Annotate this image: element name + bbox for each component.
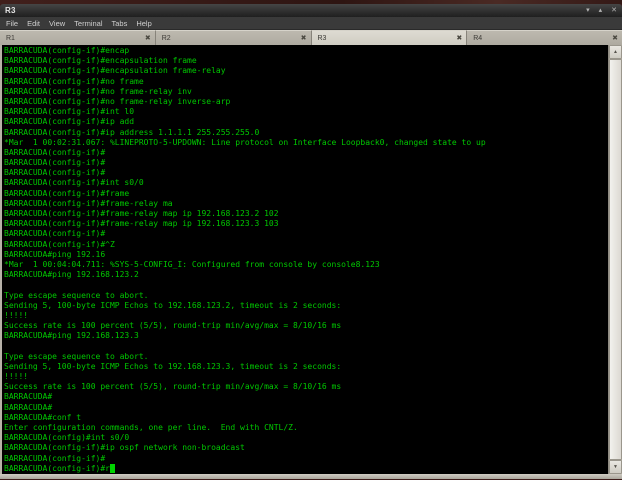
terminal-line: BARRACUDA(config-if)#encapsulation frame… bbox=[4, 66, 226, 76]
terminal-line: !!!!! bbox=[4, 310, 29, 320]
terminal-line: Success rate is 100 percent (5/5), round… bbox=[4, 382, 342, 392]
terminal-line: *Mar 1 00:02:31.067: %LINEPROTO-5-UPDOWN… bbox=[4, 137, 486, 147]
terminal-line: Enter configuration commands, one per li… bbox=[4, 422, 298, 432]
terminal-line: BARRACUDA(config-if)#no frame bbox=[4, 76, 144, 86]
menu-item-terminal[interactable]: Terminal bbox=[74, 19, 102, 28]
tab-close-icon[interactable]: ✖ bbox=[456, 35, 462, 42]
terminal-line: BARRACUDA(config-if)#encap bbox=[4, 46, 130, 55]
tab-label: R1 bbox=[6, 34, 15, 42]
terminal-line: BARRACUDA(config-if)# bbox=[4, 453, 106, 463]
terminal-line: BARRACUDA# bbox=[4, 392, 53, 402]
menu-item-file[interactable]: File bbox=[6, 19, 18, 28]
menu-item-view[interactable]: View bbox=[49, 19, 65, 28]
terminal-line: BARRACUDA(config-if)#no frame-relay inv bbox=[4, 86, 192, 96]
terminal-line: Sending 5, 100-byte ICMP Echos to 192.16… bbox=[4, 300, 342, 310]
terminal-line: BARRACUDA(config-if)#int s0/0 bbox=[4, 178, 144, 188]
minimize-icon[interactable]: ▾ bbox=[586, 7, 590, 14]
terminal-line: BARRACUDA(config-if)#frame-relay map ip … bbox=[4, 209, 279, 218]
terminal-line: BARRACUDA(config)#int s0/0 bbox=[4, 433, 130, 443]
terminal-line: BARRACUDA(config-if)#^Z bbox=[4, 239, 115, 249]
terminal-area: BARRACUDA(config-if)#encap BARRACUDA(conf… bbox=[0, 45, 622, 474]
terminal-cursor bbox=[110, 464, 116, 473]
terminal-line: BARRACUDA#ping 192.16 bbox=[4, 249, 106, 259]
terminal-line: BARRACUDA(config-if)#ip address 1.1.1.1 … bbox=[4, 127, 260, 137]
titlebar[interactable]: R3 ▾ ▴ ✕ bbox=[0, 4, 622, 17]
tab-close-icon[interactable]: ✖ bbox=[301, 35, 307, 42]
tab-r1[interactable]: R1 ✖ bbox=[0, 30, 156, 45]
terminal-line: *Mar 1 00:04:04.711: %SYS-5-CONFIG_I: Co… bbox=[4, 259, 380, 269]
terminal-line: BARRACUDA(config-if)#encapsulation frame bbox=[4, 56, 197, 66]
window-title: R3 bbox=[5, 6, 16, 15]
terminal-line: BARRACUDA(config-if)#frame bbox=[4, 188, 130, 198]
tab-label: R3 bbox=[317, 34, 327, 42]
terminal-line: BARRACUDA(config-if)# bbox=[4, 147, 106, 157]
terminal-line: BARRACUDA(config-if)# bbox=[4, 158, 106, 168]
terminal-line: BARRACUDA(config-if)#frame-relay ma bbox=[4, 198, 173, 208]
menu-item-edit[interactable]: Edit bbox=[27, 19, 40, 28]
tab-label: R2 bbox=[161, 34, 171, 42]
terminal-line: Sending 5, 100-byte ICMP Echos to 192.16… bbox=[4, 361, 342, 371]
window-bottom-border bbox=[0, 473, 622, 479]
terminal-line: BARRACUDA(config-if)# bbox=[4, 168, 106, 178]
menubar: File Edit View Terminal Tabs Help bbox=[0, 17, 622, 30]
terminal-window: R3 ▾ ▴ ✕ File Edit View Terminal Tabs He… bbox=[0, 4, 622, 479]
terminal-line: BARRACUDA(config-if)#no frame-relay inve… bbox=[4, 96, 231, 106]
terminal-line: BARRACUDA(config-if)#frame-relay map ip … bbox=[4, 219, 279, 229]
menu-item-help[interactable]: Help bbox=[136, 19, 151, 28]
tab-r2[interactable]: R2 ✖ bbox=[155, 30, 312, 45]
terminal-line: BARRACUDA# bbox=[4, 402, 53, 412]
terminal-output[interactable]: BARRACUDA(config-if)#encap BARRACUDA(conf… bbox=[2, 45, 608, 474]
tab-r4[interactable]: R4 ✖ bbox=[467, 30, 622, 45]
terminal-line: Type escape sequence to abort. bbox=[4, 290, 149, 300]
terminal-line: BARRACUDA(config-if)#int l0 bbox=[4, 107, 135, 117]
close-icon[interactable]: ✕ bbox=[611, 7, 617, 14]
terminal-line: Type escape sequence to abort. bbox=[4, 351, 149, 361]
maximize-icon[interactable]: ▴ bbox=[599, 7, 603, 14]
terminal-line: BARRACUDA(config-if)#ip add bbox=[4, 117, 135, 127]
terminal-line: BARRACUDA(config-if)#r bbox=[4, 464, 608, 474]
terminal-line: BARRACUDA(config-if)#ip ospf network non… bbox=[4, 443, 245, 453]
terminal-line: !!!!! bbox=[4, 372, 29, 381]
scroll-up-icon[interactable]: ▲ bbox=[609, 45, 622, 59]
terminal-line: BARRACUDA#ping 192.168.123.2 bbox=[4, 270, 139, 280]
tab-r3[interactable]: R3 ✖ bbox=[311, 30, 468, 45]
terminal-line: BARRACUDA#conf t bbox=[4, 412, 82, 422]
scroll-down-icon[interactable]: ▼ bbox=[609, 459, 622, 474]
scrollbar[interactable]: ▲ ▼ bbox=[608, 45, 622, 474]
tab-close-icon[interactable]: ✖ bbox=[612, 35, 618, 42]
terminal-line: BARRACUDA(config-if)# bbox=[4, 229, 106, 239]
menu-item-tabs[interactable]: Tabs bbox=[112, 19, 128, 28]
tab-close-icon[interactable]: ✖ bbox=[145, 35, 151, 42]
window-controls: ▾ ▴ ✕ bbox=[586, 7, 617, 14]
tab-label: R4 bbox=[473, 34, 483, 42]
scrollbar-thumb[interactable] bbox=[609, 59, 622, 460]
terminal-line: BARRACUDA#ping 192.168.123.3 bbox=[4, 331, 139, 341]
terminal-line: Success rate is 100 percent (5/5), round… bbox=[4, 321, 342, 331]
tab-bar: R1 ✖ R2 ✖ R3 ✖ R4 ✖ bbox=[0, 30, 622, 45]
